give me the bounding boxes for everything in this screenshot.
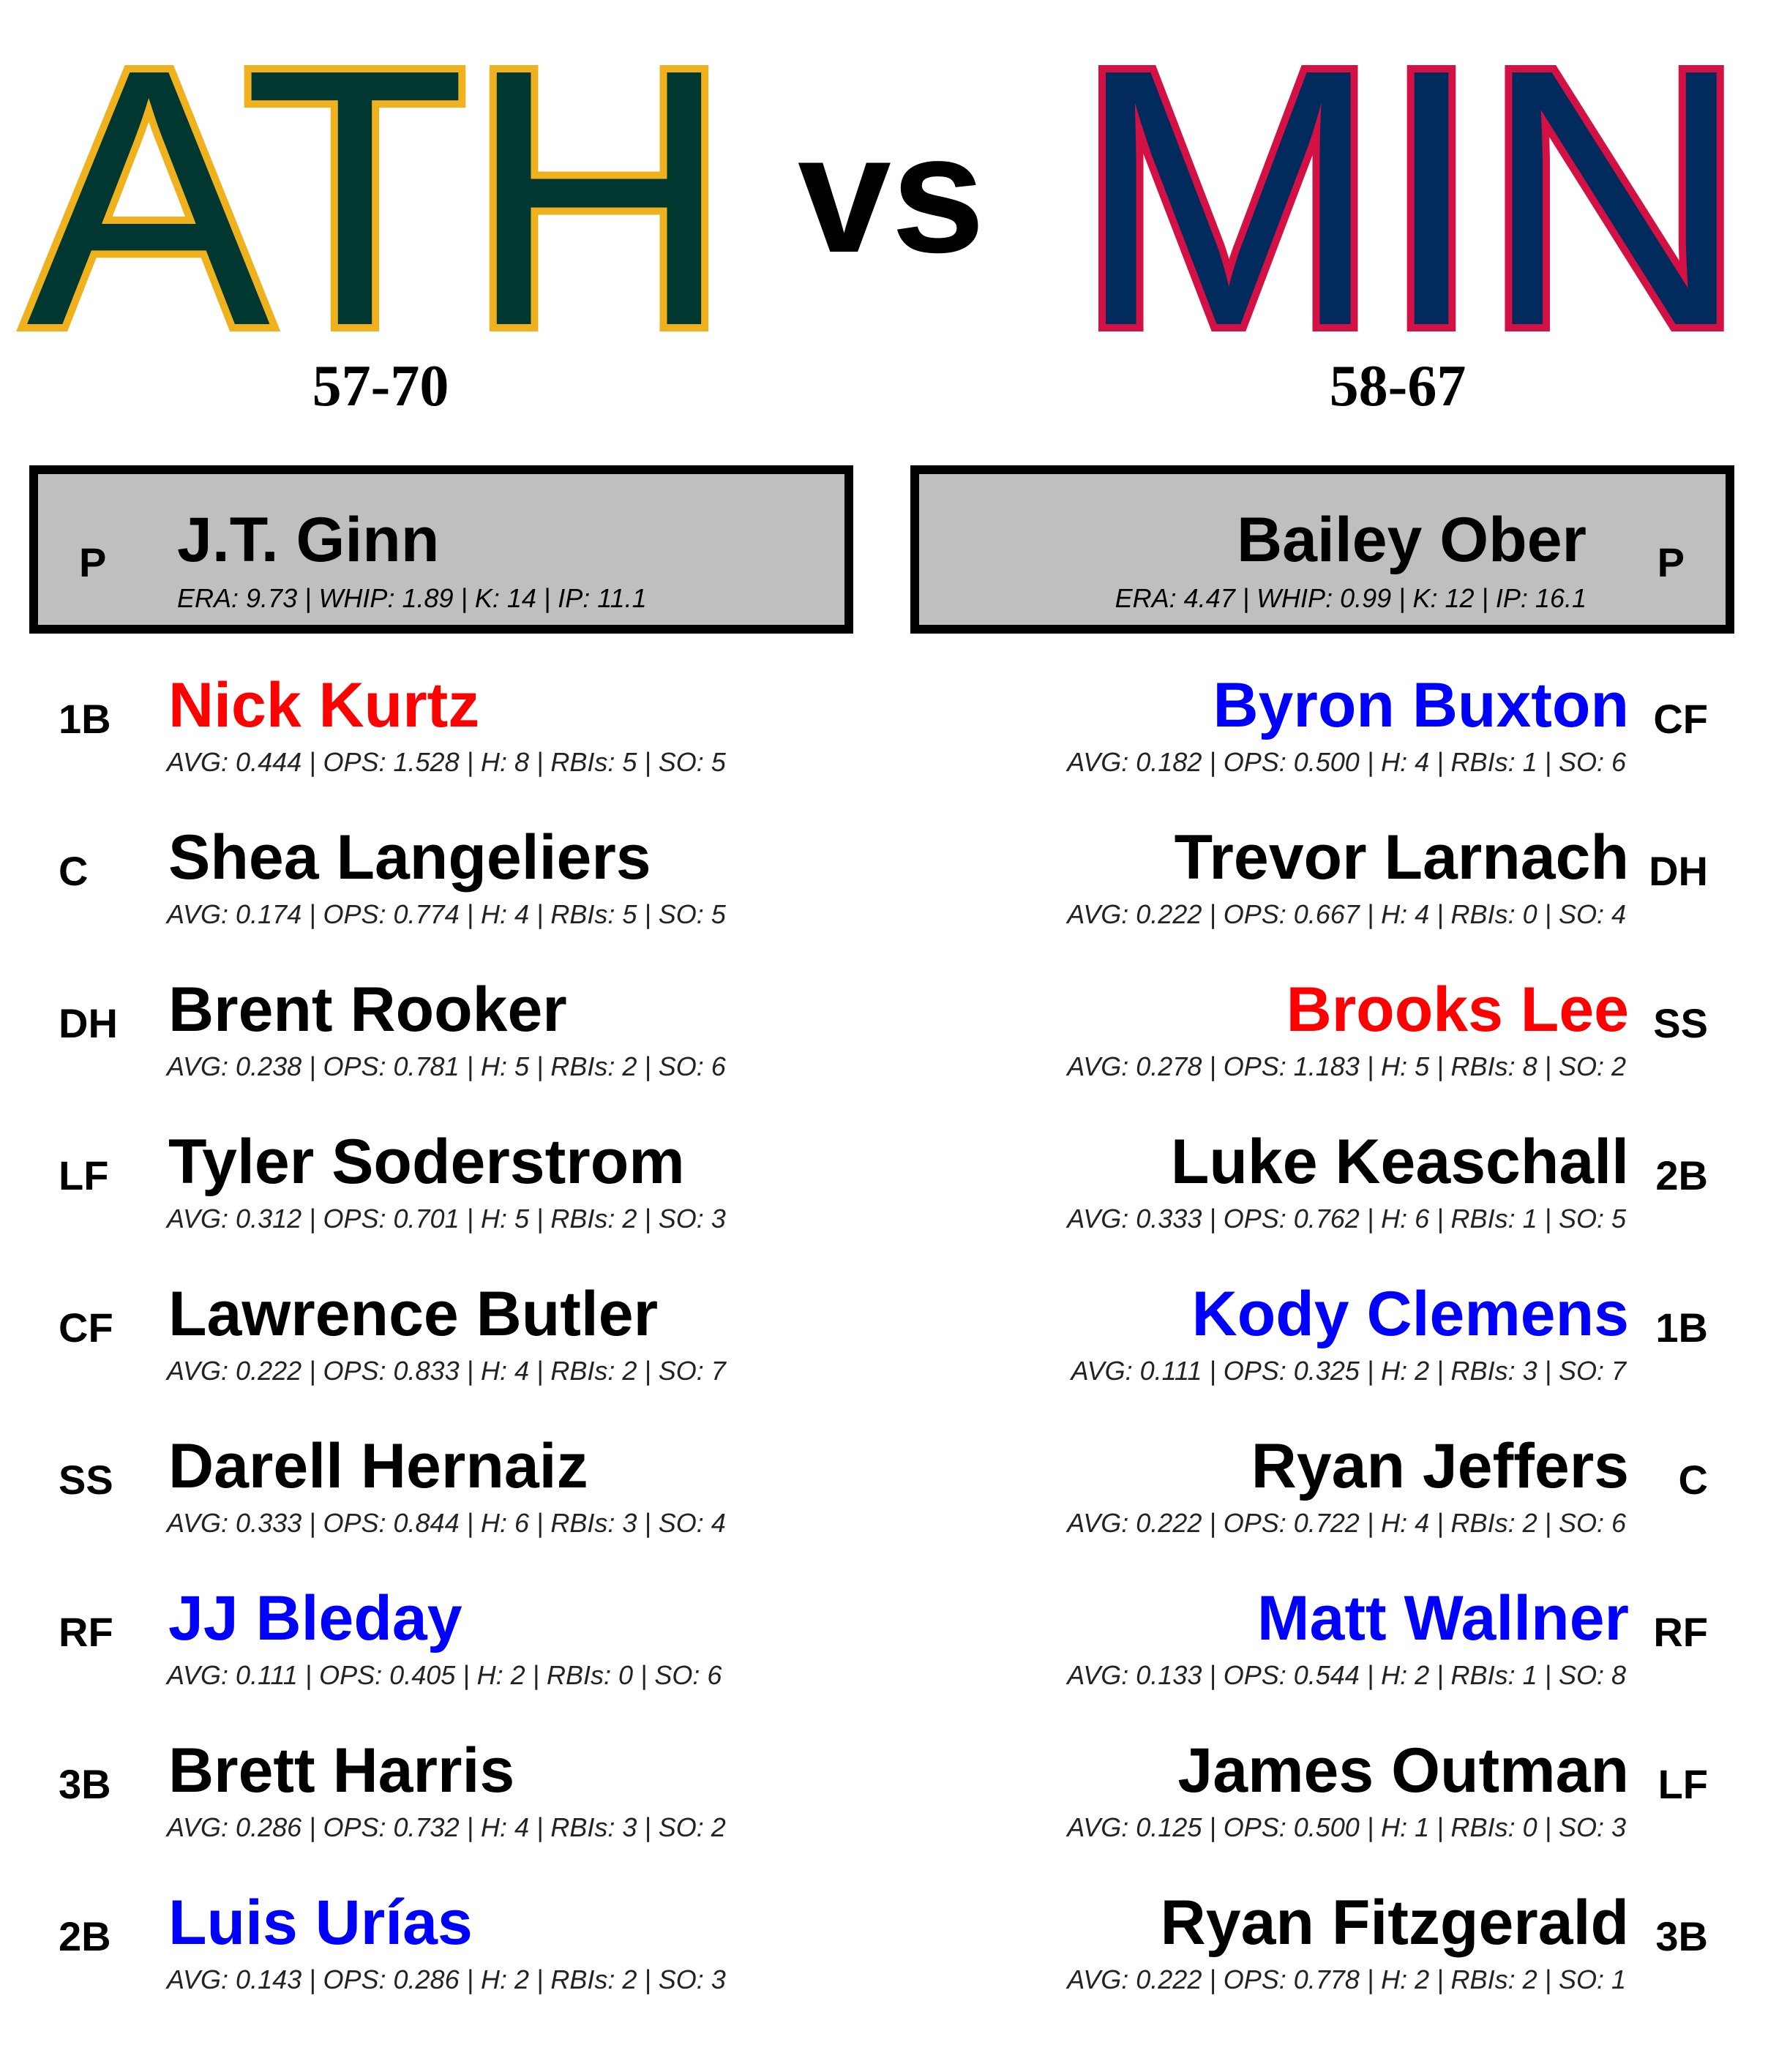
player-name: Byron Buxton xyxy=(1213,670,1629,740)
versus-label: vs xyxy=(798,100,985,288)
home-lineup: 1B Nick Kurtz AVG: 0.444 | OPS: 1.528 | H:… xyxy=(29,666,878,2035)
lineup-row: 3B Ryan Fitzgerald AVG: 0.222 | OPS: 0.778… xyxy=(890,1883,1739,2035)
player-name: Ryan Fitzgerald xyxy=(1160,1888,1629,1958)
player-name: Darell Hernaiz xyxy=(168,1431,588,1501)
player-name: Luke Keaschall xyxy=(1170,1127,1629,1197)
player-name: JJ Bleday xyxy=(168,1583,462,1654)
lineup-row: DH Brent Rooker AVG: 0.238 | OPS: 0.781 | … xyxy=(29,970,878,1122)
lineup-row: RF JJ Bleday AVG: 0.111 | OPS: 0.405 | H: … xyxy=(29,1579,878,1731)
player-position: 2B xyxy=(1655,1152,1708,1198)
pitcher-position: P xyxy=(79,539,107,585)
player-stats: AVG: 0.125 | OPS: 0.500 | H: 1 | RBIs: 0… xyxy=(1067,1812,1626,1842)
player-name: Ryan Jeffers xyxy=(1251,1431,1629,1501)
player-stats: AVG: 0.174 | OPS: 0.774 | H: 4 | RBIs: 5… xyxy=(167,899,726,929)
lineup-row: SS Brooks Lee AVG: 0.278 | OPS: 1.183 | H:… xyxy=(890,970,1739,1122)
player-position: 1B xyxy=(1655,1305,1708,1351)
home-team-record: 57-70 xyxy=(312,354,449,418)
pitcher-name: J.T. Ginn xyxy=(177,505,440,575)
player-stats: AVG: 0.222 | OPS: 0.722 | H: 4 | RBIs: 2… xyxy=(1067,1508,1626,1538)
player-stats: AVG: 0.312 | OPS: 0.701 | H: 5 | RBIs: 2… xyxy=(167,1204,726,1234)
player-position: C xyxy=(59,848,89,894)
player-name: Kody Clemens xyxy=(1191,1279,1629,1349)
player-stats: AVG: 0.286 | OPS: 0.732 | H: 4 | RBIs: 3… xyxy=(167,1812,726,1842)
player-position: 3B xyxy=(59,1761,111,1807)
player-stats: AVG: 0.333 | OPS: 0.844 | H: 6 | RBIs: 3… xyxy=(167,1508,726,1538)
player-position: LF xyxy=(59,1152,109,1198)
player-name: Brent Rooker xyxy=(168,975,567,1045)
player-stats: AVG: 0.182 | OPS: 0.500 | H: 4 | RBIs: 1… xyxy=(1067,747,1626,777)
player-name: Trevor Larnach xyxy=(1174,822,1629,893)
player-stats: AVG: 0.143 | OPS: 0.286 | H: 2 | RBIs: 2… xyxy=(167,1964,726,1994)
lineup-row: DH Trevor Larnach AVG: 0.222 | OPS: 0.667 … xyxy=(890,818,1739,970)
lineup-row: 2B Luis Urías AVG: 0.143 | OPS: 0.286 | H:… xyxy=(29,1883,878,2035)
player-stats: AVG: 0.238 | OPS: 0.781 | H: 5 | RBIs: 2… xyxy=(167,1051,726,1081)
lineup-row: 1B Nick Kurtz AVG: 0.444 | OPS: 1.528 | H:… xyxy=(29,666,878,818)
player-stats: AVG: 0.111 | OPS: 0.325 | H: 2 | RBIs: 3… xyxy=(1071,1356,1626,1386)
lineup-row: CF Lawrence Butler AVG: 0.222 | OPS: 0.833… xyxy=(29,1275,878,1427)
away-team-abbreviation: MIN xyxy=(1068,0,1754,402)
away-team-record: 58-67 xyxy=(1329,354,1467,418)
player-stats: AVG: 0.278 | OPS: 1.183 | H: 5 | RBIs: 8… xyxy=(1067,1051,1626,1081)
player-name: Lawrence Butler xyxy=(168,1279,659,1349)
lineup-row: C Shea Langeliers AVG: 0.174 | OPS: 0.774 … xyxy=(29,818,878,970)
pitcher-name: Bailey Ober xyxy=(1237,505,1587,575)
player-position: C xyxy=(1678,1457,1708,1503)
player-name: Shea Langeliers xyxy=(168,822,651,893)
player-stats: AVG: 0.222 | OPS: 0.833 | H: 4 | RBIs: 2… xyxy=(167,1356,726,1386)
lineup-row: 2B Luke Keaschall AVG: 0.333 | OPS: 0.762 … xyxy=(890,1122,1739,1275)
player-name: Matt Wallner xyxy=(1256,1583,1629,1654)
player-position: SS xyxy=(1653,1000,1708,1046)
player-name: Tyler Soderstrom xyxy=(168,1127,685,1197)
player-stats: AVG: 0.111 | OPS: 0.405 | H: 2 | RBIs: 0… xyxy=(167,1660,722,1690)
lineup-row: 3B Brett Harris AVG: 0.286 | OPS: 0.732 | … xyxy=(29,1731,878,1883)
player-position: RF xyxy=(1653,1609,1708,1655)
lineup-row: LF Tyler Soderstrom AVG: 0.312 | OPS: 0.70… xyxy=(29,1122,878,1275)
pitcher-stats: ERA: 9.73 | WHIP: 1.89 | K: 14 | IP: 11.… xyxy=(177,583,647,613)
player-stats: AVG: 0.222 | OPS: 0.778 | H: 2 | RBIs: 2… xyxy=(1067,1964,1626,1994)
player-stats: AVG: 0.133 | OPS: 0.544 | H: 2 | RBIs: 1… xyxy=(1067,1660,1626,1690)
lineup-row: C Ryan Jeffers AVG: 0.222 | OPS: 0.722 | H… xyxy=(890,1427,1739,1579)
player-name: Nick Kurtz xyxy=(168,670,480,740)
away-lineup: CF Byron Buxton AVG: 0.182 | OPS: 0.500 | … xyxy=(890,666,1739,2035)
player-position: 3B xyxy=(1655,1913,1708,1959)
player-position: CF xyxy=(59,1305,113,1351)
player-name: Brett Harris xyxy=(168,1735,515,1806)
player-position: 2B xyxy=(59,1913,111,1959)
home-team-abbreviation: ATH xyxy=(19,0,738,402)
player-name: Luis Urías xyxy=(168,1888,473,1958)
player-position: SS xyxy=(59,1457,113,1503)
player-position: LF xyxy=(1658,1761,1708,1807)
pitcher-stats: ERA: 4.47 | WHIP: 0.99 | K: 12 | IP: 16.… xyxy=(1115,583,1587,613)
pitcher-position: P xyxy=(1657,539,1685,585)
player-position: DH xyxy=(59,1000,118,1046)
player-position: 1B xyxy=(59,696,111,742)
player-stats: AVG: 0.333 | OPS: 0.762 | H: 6 | RBIs: 1… xyxy=(1067,1204,1626,1234)
home-starting-pitcher-card: P J.T. Ginn ERA: 9.73 | WHIP: 1.89 | K: … xyxy=(29,465,853,634)
player-position: DH xyxy=(1649,848,1708,894)
player-stats: AVG: 0.444 | OPS: 1.528 | H: 8 | RBIs: 5… xyxy=(167,747,726,777)
away-starting-pitcher-card: P Bailey Ober ERA: 4.47 | WHIP: 0.99 | K… xyxy=(910,465,1734,634)
player-position: RF xyxy=(59,1609,113,1655)
lineup-row: CF Byron Buxton AVG: 0.182 | OPS: 0.500 | … xyxy=(890,666,1739,818)
player-name: Brooks Lee xyxy=(1286,975,1629,1045)
lineup-row: RF Matt Wallner AVG: 0.133 | OPS: 0.544 | … xyxy=(890,1579,1739,1731)
player-name: James Outman xyxy=(1177,1735,1629,1806)
lineup-row: SS Darell Hernaiz AVG: 0.333 | OPS: 0.844 … xyxy=(29,1427,878,1579)
lineup-row: 1B Kody Clemens AVG: 0.111 | OPS: 0.325 | … xyxy=(890,1275,1739,1427)
lineup-row: LF James Outman AVG: 0.125 | OPS: 0.500 | … xyxy=(890,1731,1739,1883)
player-stats: AVG: 0.222 | OPS: 0.667 | H: 4 | RBIs: 0… xyxy=(1067,899,1626,929)
player-position: CF xyxy=(1653,696,1708,742)
